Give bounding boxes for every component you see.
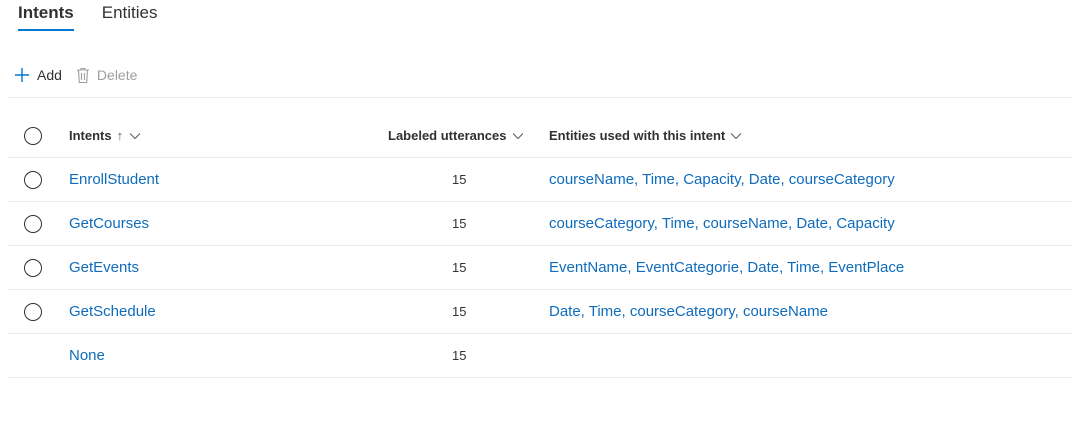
table-header: Intents ↑ Labeled utterances Entities us… [8,114,1072,158]
row-select-cell [22,202,44,245]
table-row[interactable]: EnrollStudent 15 courseName, Time, Capac… [8,158,1072,202]
tab-intents-label: Intents [18,3,74,22]
intent-link[interactable]: GetSchedule [69,303,156,320]
header-labeled-utterances[interactable]: Labeled utterances [388,114,548,157]
utterance-count: 15 [452,260,467,275]
header-intents[interactable]: Intents ↑ [69,114,141,157]
intent-link[interactable]: None [69,347,105,364]
table-row[interactable]: GetSchedule 15 Date, Time, courseCategor… [8,290,1072,334]
tab-entities-label: Entities [101,3,158,22]
entities-link[interactable]: EventName, EventCategorie, Date, Time, E… [549,259,904,276]
plus-icon [14,67,30,83]
add-button-label: Add [37,67,62,83]
chevron-down-icon [129,128,141,143]
active-tab-underline [18,29,74,31]
header-entities-label: Entities used with this intent [549,128,726,143]
tab-bar: Intents Entities [18,0,157,40]
row-select-cell [22,246,44,289]
add-button[interactable]: Add [14,67,62,83]
intents-table: Intents ↑ Labeled utterances Entities us… [8,114,1072,378]
intent-link[interactable]: EnrollStudent [69,171,159,188]
entities-link[interactable]: courseName, Time, Capacity, Date, course… [549,171,895,188]
row-select-radio[interactable] [24,170,42,189]
toolbar-divider [8,97,1072,98]
row-select-radio[interactable] [24,258,42,277]
header-entities[interactable]: Entities used with this intent [549,114,742,157]
row-select-cell [22,158,44,201]
table-row[interactable]: None 15 [8,334,1072,378]
sort-arrow-up-icon: ↑ [116,128,124,143]
chevron-down-icon [512,128,524,143]
select-all-cell [22,114,44,157]
utterance-count: 15 [452,172,467,187]
header-utterances-label: Labeled utterances [388,128,507,143]
select-all-radio[interactable] [24,126,42,145]
table-row[interactable]: GetCourses 15 courseCategory, Time, cour… [8,202,1072,246]
entities-link[interactable]: courseCategory, Time, courseName, Date, … [549,215,895,232]
entities-link[interactable]: Date, Time, courseCategory, courseName [549,303,828,320]
header-intents-label: Intents [69,128,112,143]
utterance-count: 15 [452,216,467,231]
delete-button-label: Delete [96,67,138,83]
trash-icon [76,67,90,84]
table-row[interactable]: GetEvents 15 EventName, EventCategorie, … [8,246,1072,290]
utterance-count: 15 [452,348,467,363]
row-select-cell [22,290,44,333]
tab-entities[interactable]: Entities [102,0,158,40]
intent-link[interactable]: GetEvents [69,259,139,276]
tab-intents[interactable]: Intents [18,0,74,40]
utterance-count: 15 [452,304,467,319]
command-bar: Add Delete [14,60,137,90]
row-select-radio[interactable] [24,214,42,233]
chevron-down-icon [730,128,742,143]
delete-button[interactable]: Delete [76,67,137,84]
intent-link[interactable]: GetCourses [69,215,149,232]
row-select-radio[interactable] [24,302,42,321]
